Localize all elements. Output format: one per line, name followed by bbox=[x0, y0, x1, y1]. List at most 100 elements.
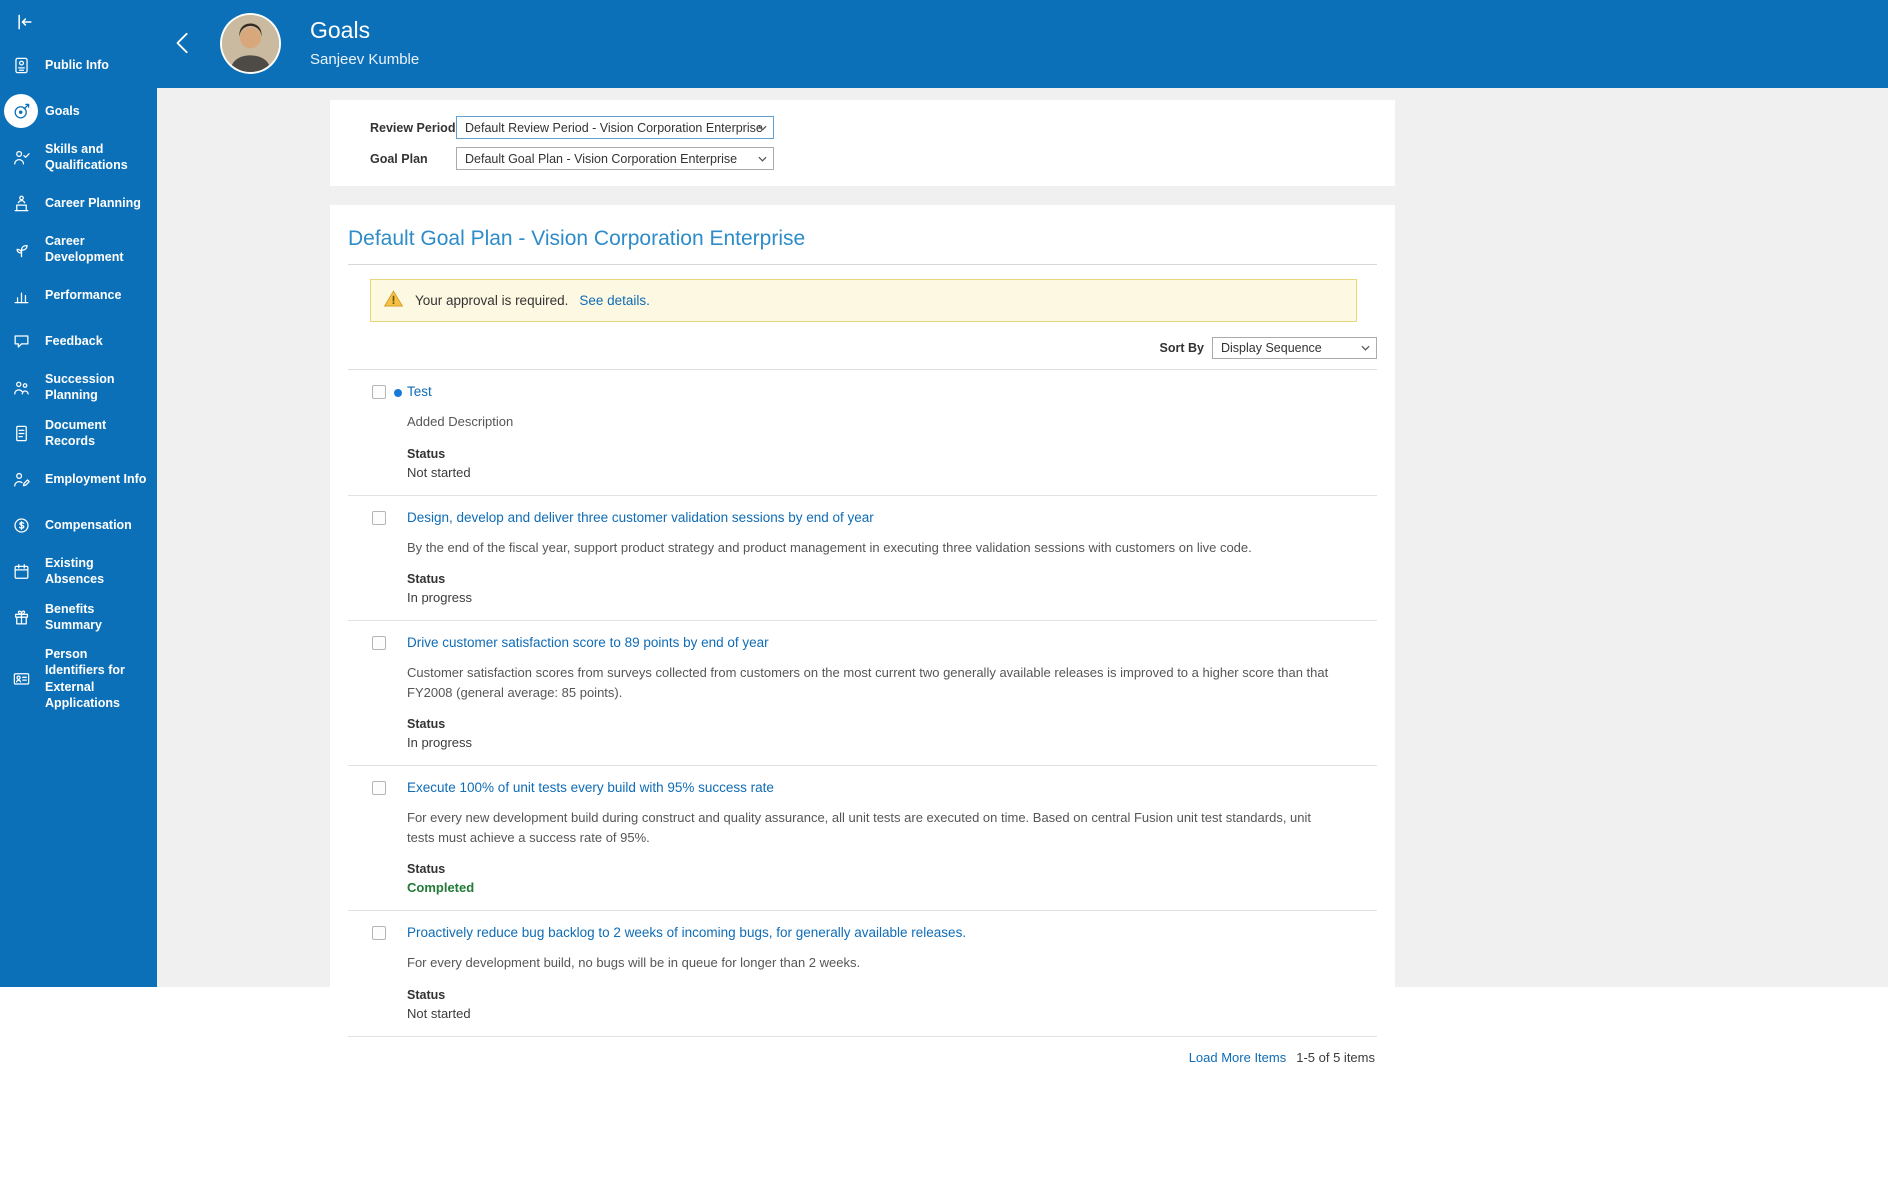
status-label: Status bbox=[407, 987, 446, 1002]
sidebar: Public Info Goals Skills and Qualificati… bbox=[0, 0, 157, 987]
goal-checkbox[interactable] bbox=[372, 385, 386, 399]
employment-person-pencil-icon bbox=[4, 462, 38, 496]
goal-description: Customer satisfaction scores from survey… bbox=[407, 665, 1329, 700]
sidebar-item-label: Compensation bbox=[45, 517, 132, 532]
status-value: In progress bbox=[407, 735, 473, 750]
goal-title-link[interactable]: Drive customer satisfaction score to 89 … bbox=[407, 635, 769, 651]
sort-by-select[interactable]: Display Sequence bbox=[1212, 337, 1377, 359]
sidebar-item-label: Performance bbox=[45, 287, 122, 302]
sidebar-item-performance[interactable]: Performance bbox=[0, 272, 157, 318]
goal-title-link[interactable]: Proactively reduce bug backlog to 2 week… bbox=[407, 925, 966, 941]
chevron-down-icon bbox=[757, 154, 768, 163]
sort-row: Sort By Display Sequence bbox=[348, 337, 1377, 359]
goal-checkbox[interactable] bbox=[372, 926, 386, 940]
sidebar-item-succession-planning[interactable]: Succession Planning bbox=[0, 364, 157, 410]
filters-panel: Review Period Default Review Period - Vi… bbox=[330, 100, 1395, 186]
review-period-select[interactable]: Default Review Period - Vision Corporati… bbox=[456, 116, 774, 139]
back-button[interactable] bbox=[168, 28, 198, 60]
warning-icon bbox=[383, 289, 404, 312]
feedback-speech-bubble-icon bbox=[4, 324, 38, 358]
chevron-left-icon bbox=[172, 32, 194, 60]
sidebar-item-label: Benefits Summary bbox=[45, 601, 102, 632]
sidebar-item-label: Document Records bbox=[45, 417, 107, 448]
page-title: Goals bbox=[310, 17, 371, 43]
review-period-value: Default Review Period - Vision Corporati… bbox=[465, 120, 763, 135]
goal-plan-panel: Default Goal Plan - Vision Corporation E… bbox=[330, 205, 1395, 1083]
benefits-gift-icon bbox=[4, 600, 38, 634]
public-info-badge-icon bbox=[4, 48, 38, 82]
sidebar-item-label: Public Info bbox=[45, 57, 109, 72]
performance-bar-chart-icon bbox=[4, 278, 38, 312]
warning-text: Your approval is required. bbox=[415, 293, 569, 308]
goal-item: Design, develop and deliver three custom… bbox=[348, 496, 1377, 621]
page-header: Goals Sanjeev Kumble bbox=[0, 0, 1888, 88]
page-subtitle: Sanjeev Kumble bbox=[310, 51, 420, 68]
goal-item: Test Added Description Status Not starte… bbox=[348, 370, 1377, 496]
goal-plan-select[interactable]: Default Goal Plan - Vision Corporation E… bbox=[456, 147, 774, 170]
sidebar-item-career-planning[interactable]: Career Planning bbox=[0, 180, 157, 226]
skills-person-check-icon bbox=[4, 140, 38, 174]
career-planning-podium-icon bbox=[4, 186, 38, 220]
status-label: Status bbox=[407, 717, 446, 731]
sidebar-item-feedback[interactable]: Feedback bbox=[0, 318, 157, 364]
goal-item: Proactively reduce bug backlog to 2 week… bbox=[348, 911, 1377, 1037]
goal-plan-title: Default Goal Plan - Vision Corporation E… bbox=[348, 227, 806, 250]
status-value: In progress bbox=[407, 590, 473, 605]
goal-title-link[interactable]: Design, develop and deliver three custom… bbox=[407, 510, 874, 526]
sidebar-item-label: Succession Planning bbox=[45, 371, 115, 402]
sort-by-value: Display Sequence bbox=[1221, 341, 1322, 355]
goal-description: For every new development build during c… bbox=[407, 810, 1312, 845]
succession-people-icon bbox=[4, 370, 38, 404]
items-count: 1-5 of 5 items bbox=[1296, 1049, 1375, 1065]
sidebar-item-label: Goals bbox=[45, 103, 80, 118]
document-icon bbox=[4, 416, 38, 450]
sort-by-label: Sort By bbox=[1159, 341, 1204, 355]
sidebar-nav: Public Info Goals Skills and Qualificati… bbox=[0, 42, 157, 717]
chevron-down-icon bbox=[757, 123, 768, 132]
status-label: Status bbox=[407, 446, 446, 461]
goal-item: Execute 100% of unit tests every build w… bbox=[348, 766, 1377, 911]
goal-description: By the end of the fiscal year, support p… bbox=[407, 539, 1252, 555]
goal-description: For every development build, no bugs wil… bbox=[407, 955, 861, 970]
person-id-card-icon bbox=[4, 662, 38, 696]
goal-description: Added Description bbox=[407, 414, 514, 429]
approval-warning-banner: Your approval is required. See details. bbox=[370, 279, 1357, 322]
goal-list: Test Added Description Status Not starte… bbox=[348, 369, 1377, 1037]
sidebar-item-compensation[interactable]: Compensation bbox=[0, 502, 157, 548]
divider bbox=[348, 264, 1377, 265]
review-period-label: Review Period bbox=[370, 120, 456, 135]
career-development-plant-icon bbox=[4, 232, 38, 266]
sidebar-item-document-records[interactable]: Document Records bbox=[0, 410, 157, 456]
sidebar-item-label: Employment Info bbox=[45, 471, 147, 486]
chevron-down-icon bbox=[1360, 344, 1371, 353]
sidebar-item-label: Career Planning bbox=[45, 195, 141, 210]
goal-checkbox[interactable] bbox=[372, 636, 386, 650]
list-footer: Load More Items 1-5 of 5 items bbox=[348, 1037, 1377, 1073]
collapse-to-left-icon bbox=[15, 14, 35, 35]
load-more-items-link[interactable]: Load More Items bbox=[1189, 1050, 1287, 1065]
sidebar-item-goals[interactable]: Goals bbox=[0, 88, 157, 134]
sidebar-collapse-button[interactable] bbox=[12, 10, 38, 36]
status-label: Status bbox=[407, 572, 446, 586]
goal-title-link[interactable]: Execute 100% of unit tests every build w… bbox=[407, 780, 774, 796]
sidebar-item-public-info[interactable]: Public Info bbox=[0, 42, 157, 88]
goal-title-link[interactable]: Test bbox=[407, 384, 432, 400]
goals-target-icon bbox=[4, 94, 38, 128]
goal-checkbox[interactable] bbox=[372, 510, 386, 525]
see-details-link[interactable]: See details. bbox=[579, 293, 650, 308]
sidebar-item-benefits-summary[interactable]: Benefits Summary bbox=[0, 594, 157, 640]
goal-checkbox[interactable] bbox=[372, 781, 386, 795]
sidebar-item-existing-absences[interactable]: Existing Absences bbox=[0, 548, 157, 594]
avatar bbox=[220, 13, 281, 74]
sidebar-item-skills-and-qualifications[interactable]: Skills and Qualifications bbox=[0, 134, 157, 180]
sidebar-item-career-development[interactable]: Career Development bbox=[0, 226, 157, 272]
status-value: Not started bbox=[407, 1005, 471, 1021]
sidebar-item-label: Feedback bbox=[45, 333, 103, 348]
sidebar-item-label: Person Identifiers for External Applicat… bbox=[45, 647, 125, 710]
status-label: Status bbox=[407, 862, 446, 876]
sidebar-item-person-identifiers[interactable]: Person Identifiers for External Applicat… bbox=[0, 640, 157, 717]
sidebar-item-employment-info[interactable]: Employment Info bbox=[0, 456, 157, 502]
absences-calendar-icon bbox=[4, 554, 38, 588]
goal-item: Drive customer satisfaction score to 89 … bbox=[348, 621, 1377, 766]
compensation-money-icon bbox=[4, 508, 38, 542]
